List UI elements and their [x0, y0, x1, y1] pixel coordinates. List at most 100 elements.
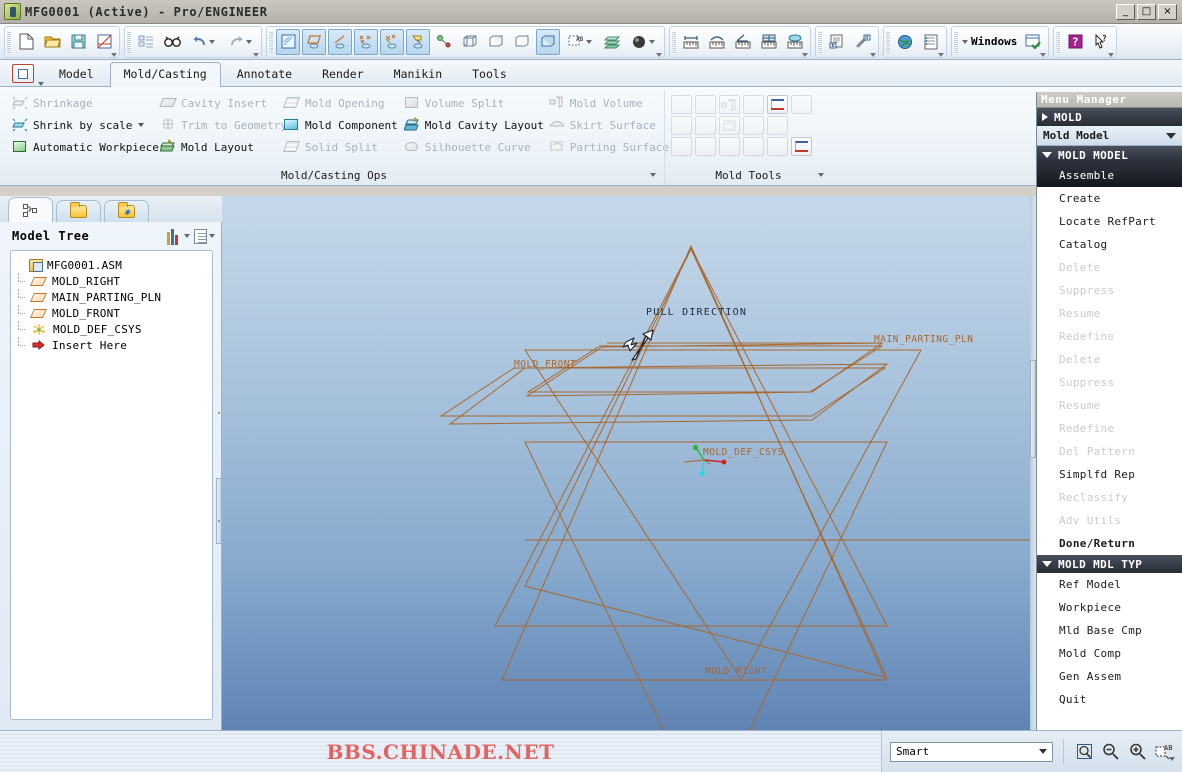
mold-tool-button[interactable] — [695, 137, 716, 156]
ribbon-item-trim-to-geometry[interactable]: Trim to Geometry — [158, 114, 287, 136]
hidden-line-icon[interactable] — [484, 29, 508, 55]
model-tree-tab[interactable] — [8, 197, 53, 222]
windows-menu-label[interactable]: Windows — [968, 35, 1020, 48]
ribbon-item-automatic-workpiece[interactable]: Automatic Workpiece — [10, 136, 159, 158]
print-icon[interactable] — [92, 29, 116, 55]
mold-tool-button-highlight[interactable] — [767, 95, 788, 114]
activate-window-icon[interactable] — [1021, 29, 1045, 55]
appearance-icon[interactable] — [626, 29, 661, 55]
menu-item-simplfd-rep[interactable]: Simplfd Rep — [1037, 463, 1182, 486]
appearance-caret-icon[interactable] — [649, 39, 655, 44]
menu-item-assemble[interactable]: Assemble — [1037, 164, 1182, 187]
mold-tool-button[interactable] — [695, 116, 716, 135]
open-file-icon[interactable] — [40, 29, 64, 55]
menu-item-locate-refpart[interactable]: Locate RefPart — [1037, 210, 1182, 233]
datum-plane-display-icon[interactable] — [302, 28, 326, 55]
tab-model[interactable]: Model — [45, 62, 108, 86]
ribbon-item-volume-split[interactable]: Volume Split — [402, 92, 547, 114]
context-help-icon[interactable]: ? — [1089, 29, 1113, 55]
tree-item-mold-right[interactable]: MOLD_RIGHT — [15, 273, 208, 289]
tree-item-mold-front[interactable]: MOLD_FRONT — [15, 305, 208, 321]
mold-tool-button[interactable] — [743, 95, 764, 114]
mold-tool-button[interactable] — [743, 137, 764, 156]
tab-tools[interactable]: Tools — [458, 62, 521, 86]
toolbar-grip[interactable] — [818, 30, 822, 53]
tab-annotate[interactable]: Annotate — [223, 62, 306, 86]
menu-item-quit[interactable]: Quit — [1037, 688, 1182, 711]
mold-tool-button[interactable] — [671, 95, 692, 114]
measure-diameter-icon[interactable] — [783, 29, 807, 55]
ribbon-item-mold-component[interactable]: Mold Component — [282, 114, 402, 136]
mold-tool-button[interactable] — [743, 116, 764, 135]
ribbon-item-mold-opening[interactable]: Mold Opening — [282, 92, 402, 114]
tree-item-main-parting-pln[interactable]: MAIN_PARTING_PLN — [15, 289, 208, 305]
tree-item-mold-def-csys[interactable]: MOLD_DEF_CSYS — [15, 321, 208, 337]
help-icon[interactable]: ? — [1063, 29, 1087, 55]
menu-combo-mold-model[interactable]: Mold Model — [1037, 126, 1182, 146]
mold-volume-tool-icon[interactable] — [719, 95, 740, 114]
selection-filter-dropdown[interactable]: Smart — [890, 741, 1054, 762]
toolbar-overflow-caret[interactable] — [1040, 52, 1047, 57]
application-menu-button[interactable] — [12, 64, 34, 83]
menu-item-gen-assem[interactable]: Gen Assem — [1037, 665, 1182, 688]
application-menu-caret-icon[interactable] — [38, 82, 44, 86]
undo-icon[interactable] — [186, 29, 221, 55]
shrink-by-scale-caret-icon[interactable] — [138, 123, 145, 127]
toolbar-grip[interactable] — [7, 30, 11, 53]
datum-point-display-icon[interactable] — [354, 28, 378, 55]
mold-tool-button[interactable] — [791, 95, 812, 114]
shading-icon[interactable] — [536, 28, 560, 55]
undo-caret-icon[interactable] — [209, 39, 215, 44]
mold-tool-button-highlight[interactable] — [791, 137, 812, 156]
annotation-display-icon[interactable] — [406, 28, 430, 55]
toolbar-overflow-caret[interactable] — [253, 52, 259, 57]
toolbar-grip[interactable] — [1056, 30, 1061, 53]
measure-angle-icon[interactable] — [731, 29, 755, 55]
measure-length-icon[interactable] — [705, 29, 729, 55]
toolbar-overflow-caret[interactable] — [870, 52, 876, 57]
ribbon-item-mold-layout[interactable]: Mold Layout — [158, 136, 282, 158]
mold-tool-button[interactable] — [719, 137, 740, 156]
tree-item-assembly[interactable]: MFG0001.ASM — [15, 257, 208, 273]
annotation-orientation-button[interactable]: AB — [1154, 741, 1175, 763]
model-player-icon[interactable] — [919, 29, 943, 55]
menu-item-create[interactable]: Create — [1037, 187, 1182, 210]
ribbon-item-parting-surface[interactable]: Parting Surface — [547, 136, 669, 158]
toolbar-overflow-caret[interactable] — [111, 52, 117, 57]
folder-browser-tab[interactable] — [56, 200, 101, 222]
ribbon-item-shrink-by-scale[interactable]: Shrink by scale — [10, 114, 158, 136]
menu-bar-mold-model[interactable]: MOLD MODEL — [1037, 146, 1182, 164]
mold-tool-button[interactable] — [767, 116, 788, 135]
datum-axis-display-icon[interactable] — [328, 28, 352, 55]
ribbon-item-mold-volume[interactable]: Mold Volume — [547, 92, 667, 114]
ribbon-item-mold-cavity-layout[interactable]: Mold Cavity Layout — [402, 114, 547, 136]
menu-item-catalog[interactable]: Catalog — [1037, 233, 1182, 256]
redo-icon[interactable] — [223, 29, 258, 55]
toolbar-overflow-caret[interactable] — [1108, 52, 1115, 57]
navigator-splitter-thumb[interactable] — [216, 478, 222, 544]
find-icon[interactable] — [160, 29, 184, 55]
splitter-dot[interactable] — [218, 412, 220, 414]
wireframe-icon[interactable] — [458, 29, 482, 55]
model-info-icon[interactable]: b — [825, 29, 849, 55]
toolbar-grip[interactable] — [127, 30, 131, 53]
spin-center-icon[interactable] — [432, 29, 456, 55]
toolbar-grip[interactable] — [672, 30, 676, 53]
save-file-icon[interactable] — [66, 29, 90, 55]
splitter-dot[interactable] — [218, 520, 220, 522]
zoom-to-fit-button[interactable] — [1074, 741, 1094, 763]
tree-filters-button[interactable] — [166, 228, 190, 245]
toolbar-grip[interactable] — [954, 30, 958, 53]
zoom-in-button[interactable] — [1127, 741, 1147, 763]
relations-icon[interactable]: d — [851, 29, 875, 55]
ribbon-item-silhouette-curve[interactable]: Silhouette Curve — [402, 136, 547, 158]
tab-mold-casting[interactable]: Mold/Casting — [109, 62, 221, 87]
ribbon-item-skirt-surface[interactable]: Skirt Surface — [547, 114, 667, 136]
model-tree-list[interactable]: MFG0001.ASM MOLD_RIGHT MAIN_PARTING_PLN … — [10, 250, 213, 720]
tab-manikin[interactable]: Manikin — [380, 62, 456, 86]
ribbon-item-cavity-insert[interactable]: Cavity Insert — [158, 92, 282, 114]
layers-icon[interactable] — [600, 29, 624, 55]
ribbon-item-shrinkage[interactable]: Shrinkage — [10, 92, 158, 114]
ribbon-item-solid-split[interactable]: Solid Split — [282, 136, 402, 158]
tree-item-insert-here[interactable]: Insert Here — [15, 337, 208, 353]
